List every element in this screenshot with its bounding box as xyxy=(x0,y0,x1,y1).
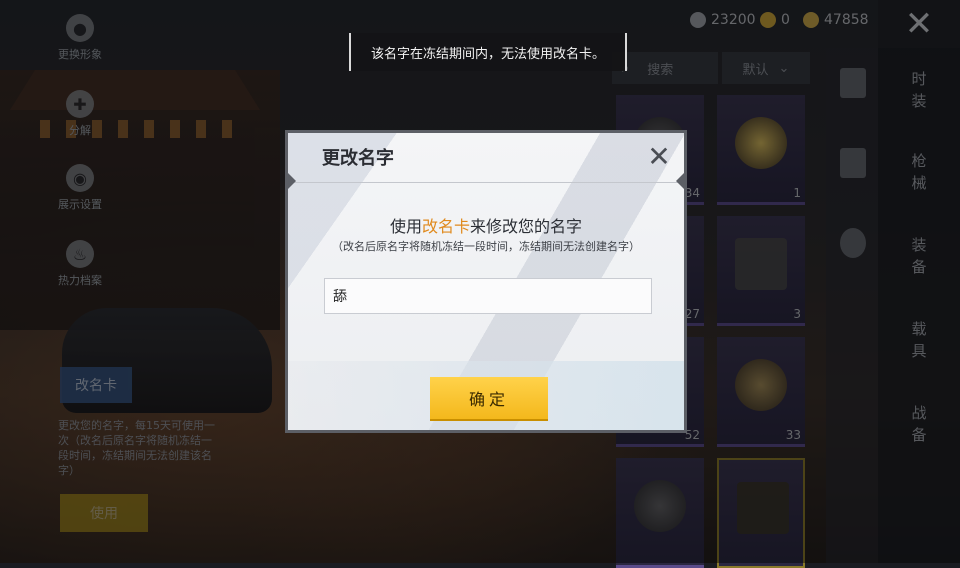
right-corner-marker xyxy=(676,173,684,189)
dialog-subline: （改名后原名字将随机冻结一段时间，冻结期间无法创建名字） xyxy=(332,240,640,253)
left-corner-marker xyxy=(288,173,296,189)
dialog-title: 更改名字 xyxy=(322,148,394,169)
name-input[interactable] xyxy=(324,278,652,314)
header-divider xyxy=(288,182,684,183)
headline-prefix: 使用 xyxy=(389,217,422,236)
rename-dialog: 更改名字 ✕ 使用改名卡来修改您的名字 （改名后原名字将随机冻结一段时间，冻结期… xyxy=(285,130,687,433)
toast-message: 该名字在冻结期间内，无法使用改名卡。 xyxy=(349,33,627,71)
headline-highlight: 改名卡 xyxy=(421,217,470,236)
confirm-button[interactable]: 确定 xyxy=(430,377,548,419)
close-icon[interactable]: ✕ xyxy=(644,140,674,173)
dialog-header: 更改名字 xyxy=(288,133,684,181)
headline-suffix: 来修改您的名字 xyxy=(470,217,583,236)
dialog-headline: 使用改名卡来修改您的名字 xyxy=(288,213,684,237)
